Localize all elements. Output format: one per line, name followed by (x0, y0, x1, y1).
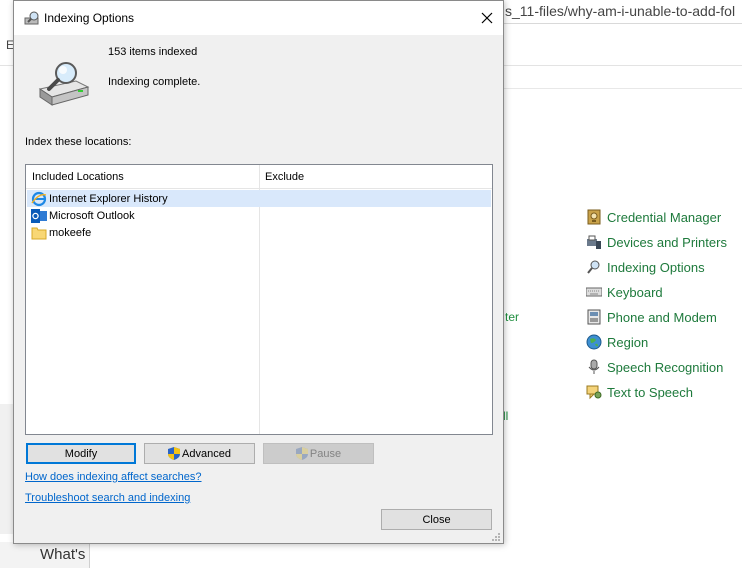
cp-item-label: Phone and Modem (607, 309, 717, 325)
printer-icon (586, 234, 602, 250)
column-header-included[interactable]: Included Locations (32, 171, 124, 183)
modify-button[interactable]: Modify (26, 443, 136, 464)
close-icon (481, 12, 493, 24)
outlook-icon (31, 208, 47, 224)
title-bar[interactable]: Indexing Options (14, 1, 503, 35)
locations-label: Index these locations: (25, 136, 132, 148)
cp-item-devices-printers[interactable]: Devices and Printers (586, 231, 727, 253)
list-item[interactable]: Microsoft Outlook (27, 207, 491, 224)
shield-icon (168, 447, 181, 460)
cp-item-credential-manager[interactable]: Credential Manager (586, 206, 721, 228)
location-name: mokeefe (49, 226, 92, 239)
pause-button[interactable]: Pause (263, 443, 374, 464)
modify-label: Modify (64, 447, 98, 460)
list-item[interactable]: mokeefe (27, 224, 491, 241)
side-panel (0, 404, 13, 534)
locations-list[interactable]: Included Locations Exclude Internet Expl… (25, 164, 493, 435)
shield-icon (295, 447, 308, 460)
column-header-exclude[interactable]: Exclude (265, 171, 304, 183)
globe-icon (586, 334, 602, 350)
keyboard-icon (585, 284, 603, 300)
whats-new-text: What's (40, 546, 86, 563)
close-button[interactable] (474, 5, 500, 31)
indexing-icon (586, 259, 602, 275)
microphone-icon (586, 359, 602, 375)
dialog-title: Indexing Options (44, 11, 135, 25)
phone-icon (586, 309, 602, 325)
partial-label[interactable]: ter (505, 310, 519, 324)
location-name: Internet Explorer History (49, 192, 168, 205)
whats-new-panel: What's (0, 542, 90, 568)
divider (503, 88, 742, 89)
cp-item-text-to-speech[interactable]: Text to Speech (586, 381, 693, 403)
cp-item-indexing-options[interactable]: Indexing Options (586, 256, 705, 278)
address-bar[interactable]: s_11-files/why-am-i-unable-to-add-fol (503, 0, 742, 24)
advanced-button[interactable]: Advanced (144, 443, 255, 464)
advanced-label: Advanced (182, 447, 231, 460)
credential-manager-icon (586, 209, 602, 225)
drive-search-icon (36, 61, 92, 107)
cp-item-label: Devices and Printers (607, 234, 727, 250)
cp-item-region[interactable]: Region (586, 331, 648, 353)
indexing-options-dialog: Indexing Options 153 items indexed Index… (13, 0, 504, 544)
resize-grip[interactable] (491, 531, 501, 541)
close-label: Close (422, 513, 451, 526)
cp-item-label: Indexing Options (607, 259, 705, 275)
list-item[interactable]: Internet Explorer History (27, 190, 491, 207)
cp-item-label: Keyboard (607, 284, 663, 300)
cp-item-label: Speech Recognition (607, 359, 724, 375)
cp-item-speech-recognition[interactable]: Speech Recognition (586, 356, 723, 378)
location-name: Microsoft Outlook (49, 209, 135, 222)
address-text: s_11-files/why-am-i-unable-to-add-fol (505, 3, 736, 19)
indexing-icon (24, 10, 42, 26)
how-indexing-link[interactable]: How does indexing affect searches? (25, 471, 202, 483)
troubleshoot-link[interactable]: Troubleshoot search and indexing (25, 492, 190, 504)
pause-label: Pause (309, 447, 342, 460)
internet-explorer-icon (31, 191, 47, 207)
close-dialog-button[interactable]: Close (381, 509, 492, 530)
cp-item-label: Region (607, 334, 649, 350)
cp-item-phone-modem[interactable]: Phone and Modem (586, 306, 717, 328)
cp-item-label: Credential Manager (607, 209, 722, 225)
items-indexed-count: 153 items indexed (108, 46, 198, 58)
cp-item-keyboard[interactable]: Keyboard (585, 281, 663, 303)
indexing-status: Indexing complete. (108, 76, 201, 88)
folder-icon (31, 225, 47, 241)
cp-item-label: Text to Speech (607, 384, 693, 400)
speech-icon (586, 384, 602, 400)
